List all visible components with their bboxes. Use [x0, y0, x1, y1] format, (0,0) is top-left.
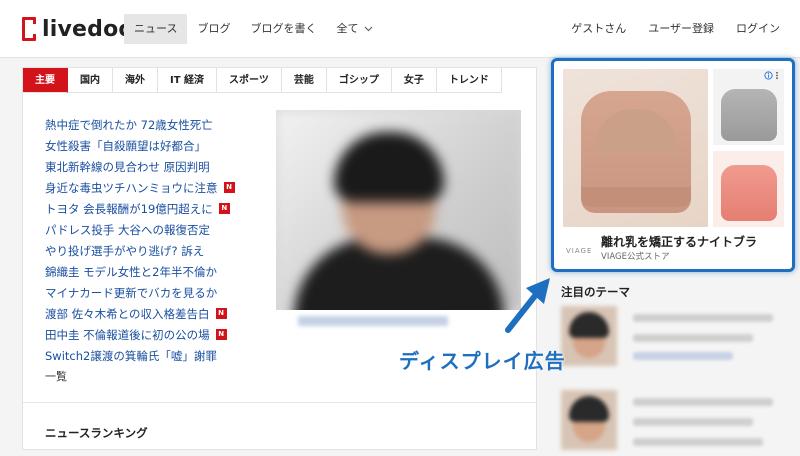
site-header: livedoor ニュース ブログ ブログを書く 全て ゲストさん ユーザー登録… — [0, 0, 800, 58]
ad-product-image-pink[interactable] — [713, 151, 784, 227]
category-tabs: 主要 国内 海外 IT 経済 スポーツ 芸能 ゴシップ 女子 トレンド — [23, 68, 502, 93]
display-ad-highlight: VIAGE 離れ乳を矯正するナイトブラ VIAGE公式ストア — [551, 58, 795, 272]
blurred-text — [633, 418, 753, 426]
headline-text[interactable]: 身近な毒虫ツチハンミョウに注意 — [45, 180, 218, 196]
list-item[interactable]: 東北新幹線の見合わせ 原因判明 — [45, 156, 235, 177]
theme-thumbnail — [561, 390, 617, 450]
list-item[interactable]: Switch2譲渡の箕輪氏「嘘」謝罪 — [45, 345, 235, 366]
annotation-label: ディスプレイ広告 — [399, 349, 566, 373]
news-panel: 主要 国内 海外 IT 経済 スポーツ 芸能 ゴシップ 女子 トレンド 熱中症で… — [22, 67, 537, 450]
nav-write-blog-label: ブログを書く — [250, 22, 317, 35]
ad-sponsor[interactable]: VIAGE公式ストア — [601, 250, 669, 262]
new-badge: N — [218, 203, 230, 214]
ad-product-image-main[interactable] — [563, 69, 708, 227]
list-item[interactable]: 田中圭 不倫報道後に初の公の場 N — [45, 324, 235, 345]
tab-entertainment[interactable]: 芸能 — [281, 68, 327, 93]
headline-text[interactable]: やり投げ選手がやり逃げ? 訴え — [45, 243, 204, 259]
blurred-text — [633, 352, 733, 360]
nav-blog-label: ブログ — [197, 22, 231, 35]
nav-news-label: ニュース — [134, 22, 178, 35]
list-item[interactable]: 女性殺害「自殺願望は好都合」 — [45, 135, 235, 156]
tab-international[interactable]: 海外 — [113, 68, 158, 93]
register-link[interactable]: ユーザー登録 — [648, 14, 714, 44]
headline-text[interactable]: 渡部 佐々木希との収入格差告白 — [45, 306, 210, 322]
blurred-portrait — [276, 110, 521, 310]
chevron-down-icon — [364, 15, 373, 45]
nav-news[interactable]: ニュース — [124, 14, 188, 44]
headline-list: 熱中症で倒れたか 72歳女性死亡 女性殺害「自殺願望は好都合」 東北新幹線の見合… — [45, 114, 235, 366]
headline-text[interactable]: 女性殺害「自殺願望は好都合」 — [45, 138, 206, 154]
nav-all-label: 全て — [336, 22, 359, 35]
ad-headline[interactable]: 離れ乳を矯正するナイトブラ — [601, 233, 757, 250]
tab-women[interactable]: 女子 — [391, 68, 437, 93]
tab-sports[interactable]: スポーツ — [217, 68, 282, 93]
headline-text[interactable]: 熱中症で倒れたか 72歳女性死亡 — [45, 117, 213, 133]
headline-text[interactable]: Switch2譲渡の箕輪氏「嘘」謝罪 — [45, 348, 217, 364]
list-item[interactable]: トヨタ 会長報酬が19億円超えに N — [45, 198, 235, 219]
display-ad[interactable]: VIAGE 離れ乳を矯正するナイトブラ VIAGE公式ストア — [563, 69, 784, 263]
headline-text[interactable]: 田中圭 不倫報道後に初の公の場 — [45, 327, 210, 343]
new-badge: N — [215, 308, 227, 319]
logo-mark-icon — [22, 17, 36, 41]
annotation-arrow-icon — [505, 278, 550, 333]
nav-blog[interactable]: ブログ — [187, 14, 240, 44]
list-item[interactable]: パドレス投手 大谷への報復否定 — [45, 219, 235, 240]
new-badge: N — [215, 329, 227, 340]
guest-name[interactable]: ゲストさん — [571, 14, 626, 44]
headline-text[interactable]: 東北新幹線の見合わせ 原因判明 — [45, 159, 210, 175]
more-news-link[interactable]: 一覧 — [45, 368, 67, 384]
featured-themes-heading: 注目のテーマ — [561, 285, 630, 299]
tab-it-economy[interactable]: IT 経済 — [158, 68, 218, 93]
user-nav: ゲストさん ユーザー登録 ログイン — [549, 14, 780, 44]
list-item[interactable]: 錦織圭 モデル女性と2年半不倫か — [45, 261, 235, 282]
blurred-text — [633, 334, 753, 342]
tab-domestic[interactable]: 国内 — [68, 68, 113, 93]
list-item[interactable]: やり投げ選手がやり逃げ? 訴え — [45, 240, 235, 261]
tab-gossip[interactable]: ゴシップ — [326, 68, 392, 93]
list-item[interactable]: 渡部 佐々木希との収入格差告白 N — [45, 303, 235, 324]
ad-brand-mark: VIAGE — [566, 247, 593, 255]
tab-main[interactable]: 主要 — [23, 68, 68, 93]
theme-card[interactable] — [561, 306, 781, 372]
headline-text[interactable]: トヨタ 会長報酬が19億円超えに — [45, 201, 213, 217]
new-badge: N — [223, 182, 235, 193]
blurred-text — [633, 398, 773, 406]
ranking-heading: ニュースランキング — [45, 426, 148, 440]
login-link[interactable]: ログイン — [736, 14, 780, 44]
theme-thumbnail — [561, 306, 617, 366]
info-icon[interactable] — [764, 71, 782, 82]
list-item[interactable]: 熱中症で倒れたか 72歳女性死亡 — [45, 114, 235, 135]
tab-trend[interactable]: トレンド — [436, 68, 502, 93]
featured-news-photo[interactable] — [276, 110, 521, 310]
list-item[interactable]: 身近な毒虫ツチハンミョウに注意 N — [45, 177, 235, 198]
headline-text[interactable]: マイナカード更新でバカを見るか — [45, 285, 217, 301]
nav-all[interactable]: 全て — [326, 14, 383, 44]
blurred-text — [633, 438, 763, 446]
headline-text[interactable]: パドレス投手 大谷への報復否定 — [45, 222, 210, 238]
nav-write-blog[interactable]: ブログを書く — [240, 14, 326, 44]
blurred-photo-caption[interactable] — [298, 316, 448, 326]
global-nav: ニュース ブログ ブログを書く 全て — [124, 14, 383, 44]
section-divider — [23, 402, 536, 403]
blurred-text — [633, 314, 773, 322]
headline-text[interactable]: 錦織圭 モデル女性と2年半不倫か — [45, 264, 217, 280]
theme-card[interactable] — [561, 390, 781, 456]
list-item[interactable]: マイナカード更新でバカを見るか — [45, 282, 235, 303]
